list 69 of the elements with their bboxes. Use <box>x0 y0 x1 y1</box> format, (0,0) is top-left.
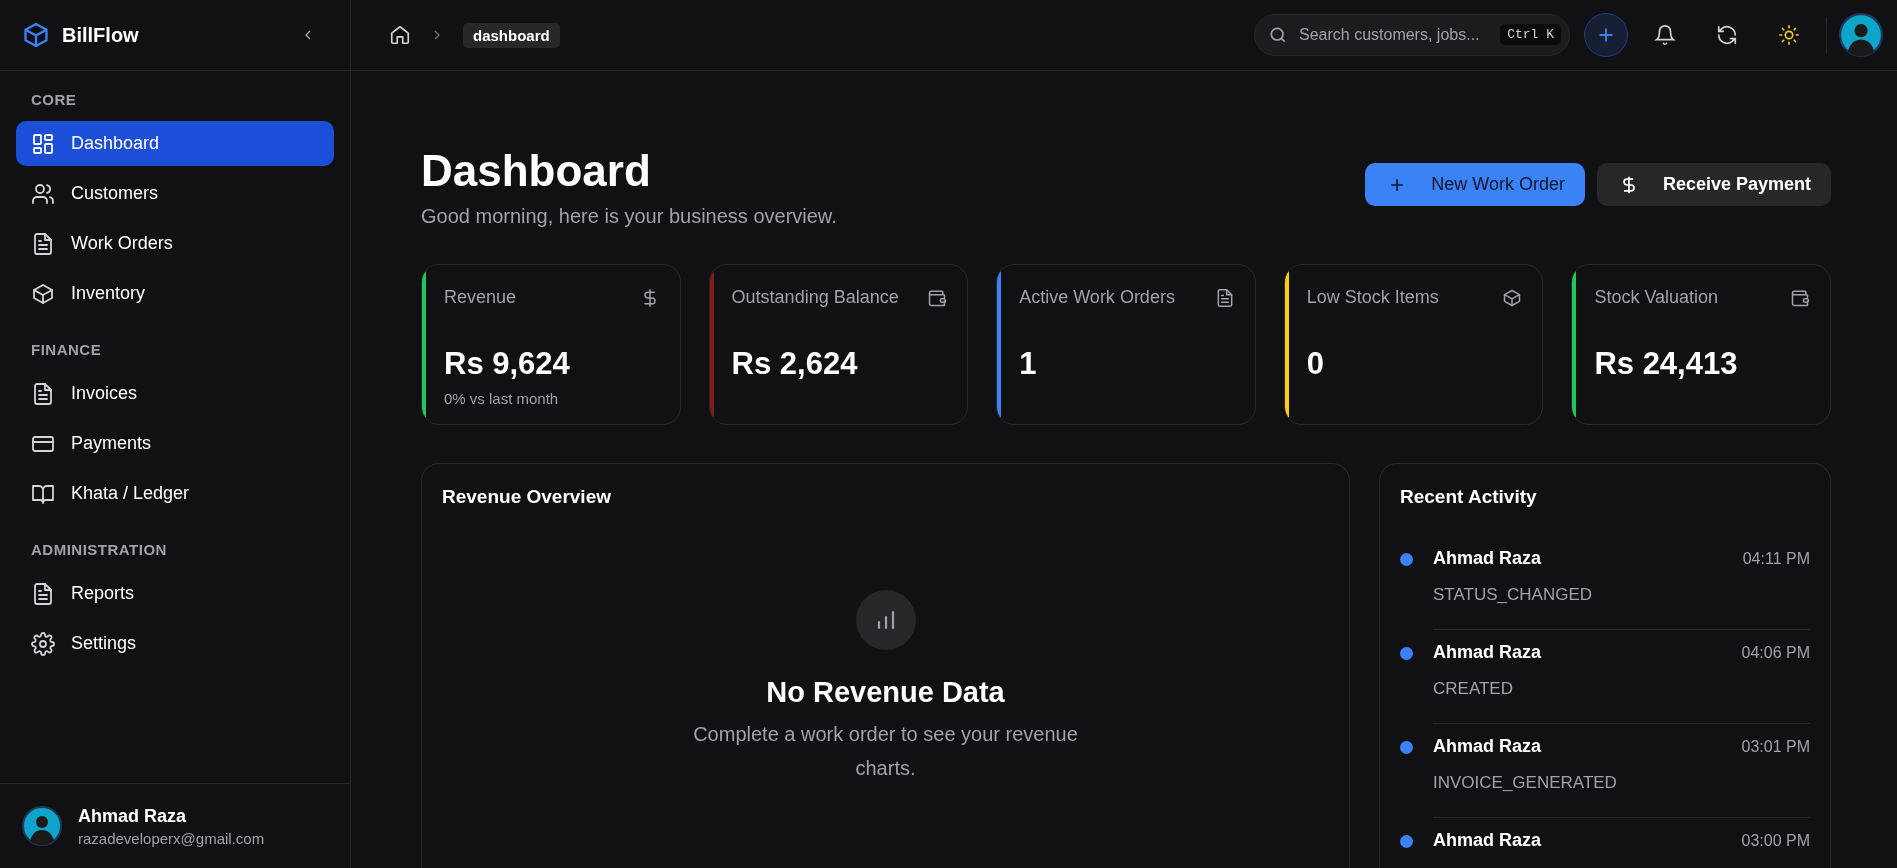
status-dot <box>1400 647 1413 660</box>
stat-label: Stock Valuation <box>1594 287 1719 308</box>
nav-icon <box>31 131 55 156</box>
nav-item[interactable]: Khata / Ledger <box>16 471 334 516</box>
status-dot <box>1400 835 1413 848</box>
panel-title: Recent Activity <box>1400 486 1538 508</box>
status-dot <box>1400 553 1413 566</box>
activity-user: Ahmad Raza <box>1433 830 1542 851</box>
bell-icon[interactable] <box>1654 24 1676 46</box>
nav-item[interactable]: Invoices <box>16 371 334 416</box>
refresh-icon[interactable] <box>1716 24 1738 46</box>
nav-icon <box>31 181 55 206</box>
nav-item[interactable]: Reports <box>16 571 334 616</box>
activity-time: 04:06 PM <box>1741 643 1810 662</box>
breadcrumb-current: dashboard <box>463 22 560 48</box>
nav-section-title: CORE <box>30 91 78 108</box>
empty-state-title: No Revenue Data <box>766 676 1005 709</box>
stat-value: Rs 2,624 <box>731 346 859 382</box>
activity-action: CREATED <box>1433 679 1514 699</box>
user-name: Ahmad Raza <box>78 805 188 827</box>
panel-title: Revenue Overview <box>442 486 612 508</box>
search-icon <box>1268 25 1288 45</box>
stat-value: Rs 24,413 <box>1594 346 1739 382</box>
nav-item[interactable]: Inventory <box>16 271 334 316</box>
activity-user: Ahmad Raza <box>1433 642 1542 663</box>
home-icon[interactable] <box>389 24 411 46</box>
activity-user: Ahmad Raza <box>1433 548 1542 569</box>
avatar-icon <box>1839 13 1883 57</box>
stat-label: Revenue <box>444 287 517 308</box>
nav-icon <box>31 581 55 606</box>
shortcut-hint: Ctrl K <box>1500 24 1561 45</box>
empty-state-text: Complete a work order to see your revenue charts. <box>692 722 1079 781</box>
new-work-order-button[interactable]: New Work Order <box>1365 163 1585 206</box>
page-title: Dashboard <box>421 145 652 197</box>
nav-section-title: FINANCE <box>30 341 103 358</box>
nav-item[interactable]: Payments <box>16 421 334 466</box>
add-button[interactable] <box>1584 13 1628 57</box>
nav-icon <box>31 231 55 256</box>
avatar-icon <box>22 806 62 846</box>
sun-icon[interactable] <box>1778 24 1800 46</box>
activity-action: INVOICE_GENERATED <box>1433 773 1618 793</box>
bar-chart-icon <box>855 590 916 650</box>
activity-action: STATUS_CHANGED <box>1433 585 1593 605</box>
stat-label: Low Stock Items <box>1306 287 1439 308</box>
cube-logo-icon <box>22 21 50 49</box>
stat-value: 0 <box>1306 346 1326 382</box>
nav-item[interactable]: Work Orders <box>16 221 334 266</box>
stat-icon <box>1502 287 1523 308</box>
activity-time: 03:01 PM <box>1741 737 1810 756</box>
nav-item[interactable]: Settings <box>16 621 334 666</box>
stat-value: 1 <box>1019 346 1038 382</box>
user-email: razadeveloperx@gmail.com <box>78 829 265 847</box>
nav-icon <box>31 631 55 656</box>
stat-label: Active Work Orders <box>1019 287 1175 308</box>
activity-time: 04:11 PM <box>1742 549 1810 568</box>
receive-payment-button[interactable]: Receive Payment <box>1596 163 1831 206</box>
stat-note: 0% vs last month <box>444 390 560 407</box>
status-dot <box>1400 741 1413 754</box>
stat-value: Rs 9,624 <box>444 346 571 382</box>
nav-section-title: ADMINISTRATION <box>30 541 168 558</box>
page-subtitle: Good morning, here is your business overview. <box>421 205 837 228</box>
stat-label: Outstanding Balance <box>731 287 899 308</box>
activity-time: 03:00 PM <box>1741 831 1810 850</box>
nav-icon <box>31 281 55 306</box>
nav-item[interactable]: Dashboard <box>16 121 334 166</box>
app-name: BillFlow <box>62 23 140 47</box>
activity-user: Ahmad Raza <box>1433 736 1542 757</box>
nav-item[interactable]: Customers <box>16 171 334 216</box>
nav-icon <box>31 381 55 406</box>
